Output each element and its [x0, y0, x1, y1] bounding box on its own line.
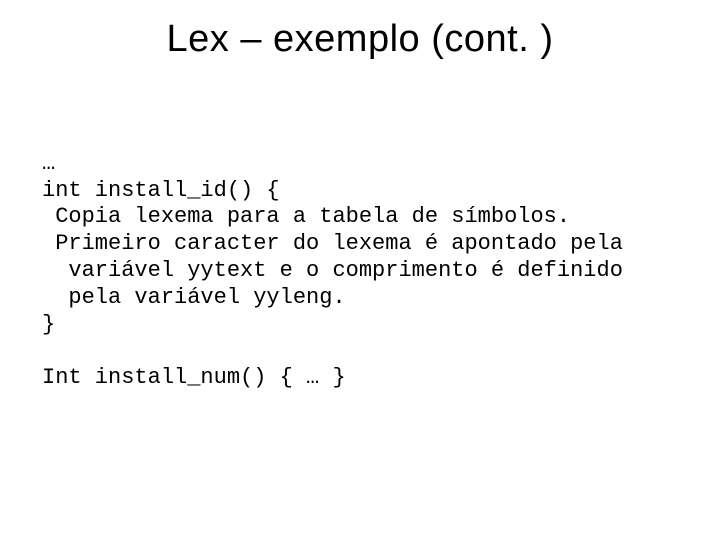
code-line: Primeiro caracter do lexema é apontado p… [42, 231, 623, 256]
slide: Lex – exemplo (cont. ) … int install_id(… [0, 0, 720, 540]
code-line: int install_id() { [42, 178, 280, 203]
code-line: } [42, 312, 55, 337]
slide-title: Lex – exemplo (cont. ) [0, 0, 720, 61]
code-block: … int install_id() { Copia lexema para a… [42, 124, 623, 419]
code-line: pela variável yyleng. [42, 285, 346, 310]
code-line: variável yytext e o comprimento é defini… [42, 258, 623, 283]
code-line: Copia lexema para a tabela de símbolos. [42, 204, 570, 229]
code-line: Int install_num() { … } [42, 365, 346, 390]
code-line: … [42, 151, 55, 176]
